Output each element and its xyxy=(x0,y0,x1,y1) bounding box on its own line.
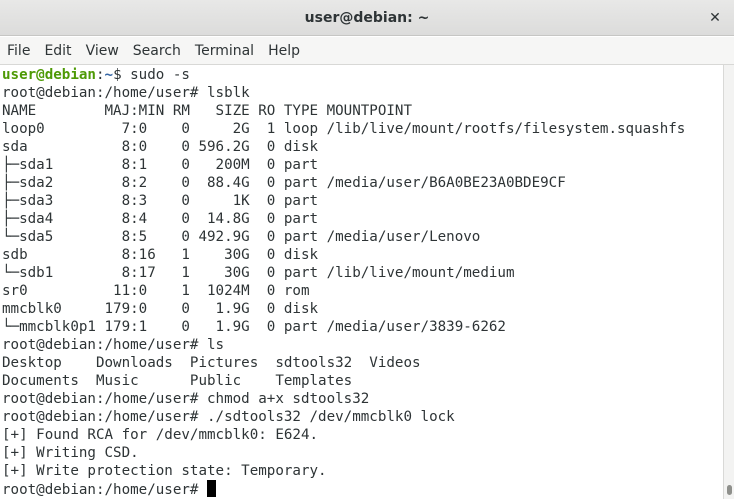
terminal-line: └─mmcblk0p1 179:1 0 1.9G 0 part /media/u… xyxy=(2,319,506,335)
terminal-line: sdb 8:16 1 30G 0 disk xyxy=(2,247,319,263)
prompt-separator: : xyxy=(95,67,105,83)
terminal-line: root@debian:/home/user# lsblk xyxy=(2,85,250,101)
menu-help[interactable]: Help xyxy=(261,37,307,65)
title-bar: user@debian: ~ ✕ xyxy=(0,0,734,36)
terminal-output[interactable]: user@debian:~$ sudo -s root@debian:/home… xyxy=(0,65,723,499)
close-icon: ✕ xyxy=(709,10,721,26)
terminal-line: ├─sda2 8:2 0 88.4G 0 part /media/user/B6… xyxy=(2,175,566,191)
scrollbar-thumb[interactable] xyxy=(727,485,732,495)
menu-bar: File Edit View Search Terminal Help xyxy=(0,37,734,65)
terminal-line: ├─sda3 8:3 0 1K 0 part xyxy=(2,193,319,209)
terminal-line: mmcblk0 179:0 0 1.9G 0 disk xyxy=(2,301,319,317)
text-cursor xyxy=(207,480,216,497)
terminal-scrollbar[interactable] xyxy=(723,65,734,499)
terminal-line: [+] Writing CSD. xyxy=(2,445,139,461)
prompt-user-host: user@debian xyxy=(2,67,96,83)
terminal-line: NAME MAJ:MIN RM SIZE RO TYPE MOUNTPOINT xyxy=(2,103,412,119)
current-prompt-line[interactable]: root@debian:/home/user# xyxy=(2,480,723,498)
terminal-line: ├─sda4 8:4 0 14.8G 0 part xyxy=(2,211,319,227)
menu-terminal[interactable]: Terminal xyxy=(188,37,261,65)
terminal-line: └─sda5 8:5 0 492.9G 0 part /media/user/L… xyxy=(2,229,481,245)
menu-search[interactable]: Search xyxy=(126,37,188,65)
window-title: user@debian: ~ xyxy=(304,10,430,26)
terminal-line: [+] Found RCA for /dev/mmcblk0: E624. xyxy=(2,427,319,443)
close-button[interactable]: ✕ xyxy=(704,7,726,29)
terminal-line: Desktop Downloads Pictures sdtools32 Vid… xyxy=(2,355,421,371)
prompt-path: ~ xyxy=(104,67,114,83)
terminal-line: root@debian:/home/user# ls xyxy=(2,337,225,353)
menu-view[interactable]: View xyxy=(79,37,126,65)
terminal-line: └─sdb1 8:17 1 30G 0 part /lib/live/mount… xyxy=(2,265,515,281)
first-prompt-line: user@debian:~$ sudo -s xyxy=(2,66,723,84)
menu-edit[interactable]: Edit xyxy=(37,37,78,65)
menu-file[interactable]: File xyxy=(0,37,37,65)
terminal-line: root@debian:/home/user# chmod a+x sdtool… xyxy=(2,391,370,407)
terminal-line: Documents Music Public Templates xyxy=(2,373,353,389)
current-prompt: root@debian:/home/user# xyxy=(2,482,207,498)
terminal-line: sr0 11:0 1 1024M 0 rom xyxy=(2,283,310,299)
terminal-line: root@debian:/home/user# ./sdtools32 /dev… xyxy=(2,409,455,425)
terminal-line: loop0 7:0 0 2G 1 loop /lib/live/mount/ro… xyxy=(2,121,686,137)
terminal-line: [+] Write protection state: Temporary. xyxy=(2,463,327,479)
prompt-command: $ sudo -s xyxy=(113,67,190,83)
terminal-line: sda 8:0 0 596.2G 0 disk xyxy=(2,139,319,155)
terminal-line: ├─sda1 8:1 0 200M 0 part xyxy=(2,157,319,173)
